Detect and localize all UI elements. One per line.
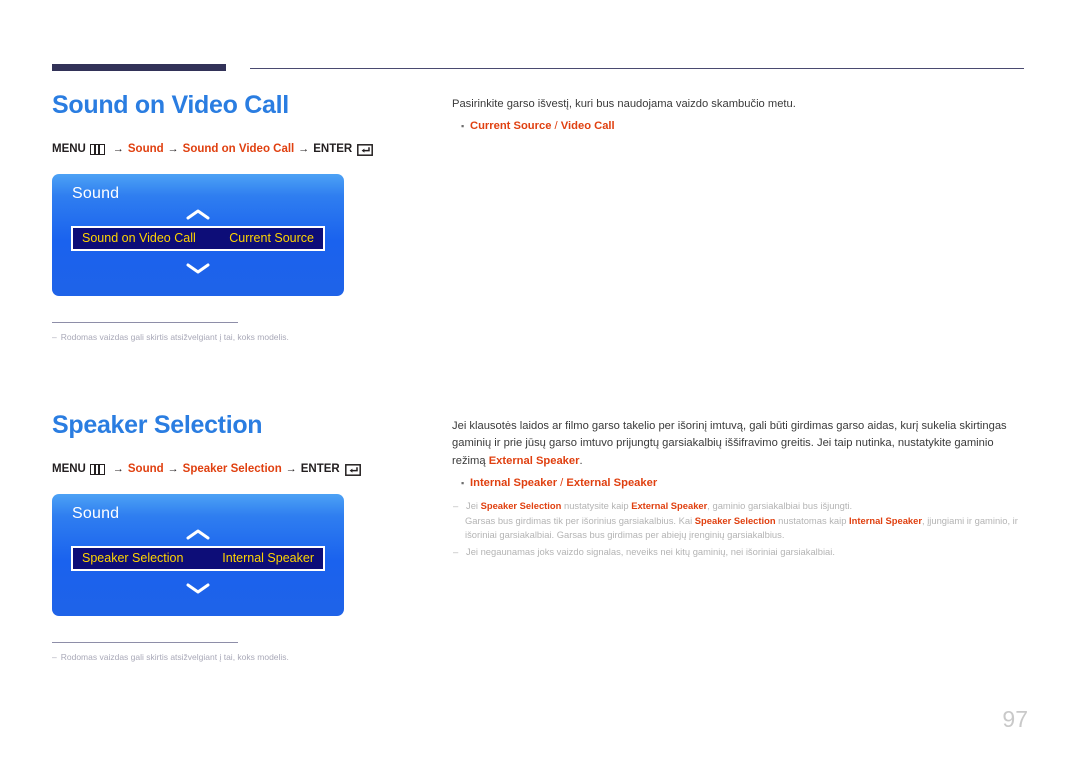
options-bullet-sound-on-video-call: ▪ Current Source / Video Call [452,120,1028,132]
menu-path-arrow-1: → [112,463,124,475]
note-plain-text: nustatysite kaip [561,500,632,512]
page-title-sound-on-video-call: Sound on Video Call [52,91,289,119]
menu-path-arrow-3: → [285,463,297,475]
osd-row-sound-on-video-call[interactable]: Sound on Video Call Current Source [71,225,325,251]
option-values: Current Source / Video Call [470,120,615,132]
note-plain-text: , gaminio garsiakalbiai bus išjungti. [707,500,853,512]
menu-path-step-sound: Sound [127,462,164,475]
footnote-2: ‒ Rodomas vaizdas gali skirtis atsižvelg… [52,652,422,664]
menu-path-menu-label: MENU [52,462,86,475]
right-column-section-2: Jei klausotės laidos ar filmo garso take… [452,418,1028,560]
header-rule-thin [250,68,1024,69]
left-column-section-2: Speaker Selection MENU → Sound → Speaker… [52,411,422,664]
footnote-rule [52,321,238,323]
bullet-dot-icon: ▪ [461,121,465,132]
page-header-rules [0,0,1080,80]
enter-return-icon [344,463,361,476]
osd-row-speaker-selection[interactable]: Speaker Selection Internal Speaker [71,545,325,571]
enter-return-icon [357,143,374,156]
bullet-dot-icon: ▪ [461,478,465,489]
menu-path-enter-label: ENTER [300,462,340,475]
note-entry: ‒ Jei negaunamas joks vaizdo signalas, n… [452,545,1028,559]
footnote-block-1: ‒ Rodomas vaizdas gali skirtis atsižvelg… [52,321,422,344]
footnote-block-2: ‒ Rodomas vaizdas gali skirtis atsižvelg… [52,641,422,664]
footnote-1: ‒ Rodomas vaizdas gali skirtis atsižvelg… [52,332,422,344]
menu-path-enter-label: ENTER [313,142,353,155]
note-subtext: Garsas bus girdimas tik per išorinius ga… [452,514,1028,542]
note-plain-text: Jei negaunamas joks vaizdo signalas, nev… [466,546,835,558]
menu-path-arrow-1: → [112,143,124,155]
options-bullet-speaker-selection: ▪ Internal Speaker / External Speaker [452,477,1028,489]
footnote-dash: ‒ [52,331,57,342]
menu-path-step-sound-on-video-call: Sound on Video Call [182,142,295,155]
chevron-down-icon[interactable] [52,582,344,595]
osd-title-sound: Sound [72,504,120,522]
note-accent-term: Speaker Selection [480,500,562,512]
menu-grid-icon [89,464,105,475]
osd-row-value: Internal Speaker [222,550,314,565]
chevron-up-icon[interactable] [52,528,344,541]
osd-row-value: Current Source [229,230,314,245]
option-internal-speaker: Internal Speaker [470,477,558,490]
notes-list: ‒ Jei Speaker Selection nustatysite kaip… [452,499,1028,559]
note-entry: ‒ Jei Speaker Selection nustatysite kaip… [452,499,1028,542]
left-column-section-1: Sound on Video Call MENU → Sound → Sound… [52,91,422,344]
header-rule-thick [52,64,226,71]
footnote-text: Rodomas vaizdas gali skirtis atsižvelgia… [60,331,289,342]
note-line: ‒ Jei Speaker Selection nustatysite kaip… [452,499,1028,513]
note-accent-term: Internal Speaker [849,515,922,527]
option-external-speaker: External Speaker [566,477,658,490]
menu-path-step-speaker-selection: Speaker Selection [182,462,282,475]
description-sound-on-video-call: Pasirinkite garso išvestį, kuri bus naud… [452,98,796,110]
right-column-section-1: Pasirinkite garso išvestį, kuri bus naud… [452,96,1028,132]
menu-path-sound-on-video-call: MENU → Sound → Sound on Video Call → ENT… [52,142,422,156]
menu-path-menu-label: MENU [52,142,86,155]
note-accent-term: External Speaker [631,500,708,512]
footnote-dash: ‒ [52,651,57,662]
menu-path-arrow-3: → [298,143,310,155]
osd-row-label: Sound on Video Call [82,230,196,245]
note-line: ‒ Jei negaunamas joks vaizdo signalas, n… [452,545,1028,559]
note-plain-text: Jei [466,500,481,512]
note-plain-text: nustatomas kaip [775,515,850,527]
description-accent-external-speaker: External Speaker [488,454,580,467]
osd-menu-sound-2: Sound Speaker Selection Internal Speaker [52,493,344,616]
note-dash: ‒ [453,500,459,512]
footnote-text: Rodomas vaizdas gali skirtis atsižvelgia… [60,651,289,662]
page-title-speaker-selection: Speaker Selection [52,411,263,439]
option-video-call: Video Call [560,120,615,133]
osd-title-sound: Sound [72,184,120,202]
menu-path-arrow-2: → [167,463,179,475]
note-plain-text: Garsas bus girdimas tik per išorinius ga… [465,515,695,527]
option-separator: / [557,477,567,490]
osd-menu-sound-1: Sound Sound on Video Call Current Source [52,173,344,296]
osd-row-label: Speaker Selection [82,550,184,565]
option-current-source: Current Source [470,120,552,133]
menu-path-speaker-selection: MENU → Sound → Speaker Selection → ENTER [52,462,422,476]
menu-path-step-sound: Sound [127,142,164,155]
option-values: Internal Speaker / External Speaker [470,477,657,489]
footnote-rule [52,641,238,643]
note-text: Jei Speaker Selection nustatysite kaip E… [466,499,1028,513]
note-text: Jei negaunamas joks vaizdo signalas, nev… [466,545,1028,559]
note-dash: ‒ [453,546,459,558]
chevron-down-icon[interactable] [52,262,344,275]
option-separator: / [551,120,561,133]
page-number: 97 [1002,706,1028,732]
menu-path-arrow-2: → [167,143,179,155]
note-accent-term: Speaker Selection [694,515,776,527]
description-part-2: . [579,454,583,467]
menu-grid-icon [89,144,105,155]
description-speaker-selection: Jei klausotės laidos ar filmo garso take… [452,418,1028,470]
chevron-up-icon[interactable] [52,208,344,221]
